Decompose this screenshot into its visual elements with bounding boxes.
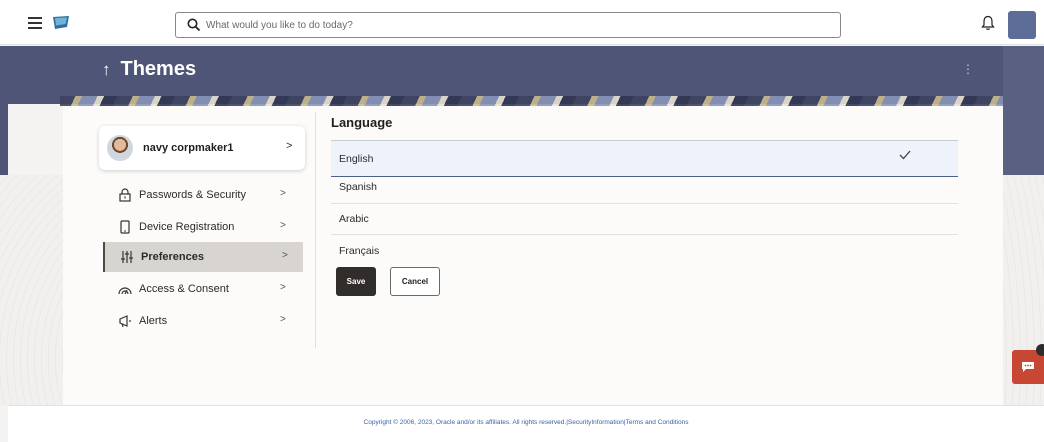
sidebar-item-passwords-security[interactable]: Passwords & Security > <box>103 180 303 210</box>
footer: Copyright © 2006, 2023, Oracle and/or it… <box>8 405 1044 442</box>
avatar <box>107 135 133 161</box>
profile-name: navy corpmaker1 <box>143 142 234 154</box>
chat-button[interactable] <box>1012 344 1044 384</box>
chat-icon <box>1022 362 1034 372</box>
banner-right-edge <box>1003 46 1044 186</box>
chevron-right-icon: > <box>286 140 293 152</box>
sidebar-item-access-consent[interactable]: Access & Consent > <box>103 274 303 304</box>
sidebar-item-device-registration[interactable]: Device Registration > <box>103 212 303 242</box>
sidebar-item-alerts[interactable]: Alerts > <box>103 306 303 336</box>
sidebar-item-label: Access & Consent <box>139 283 229 295</box>
checkmark-icon <box>899 150 911 160</box>
language-option-label: English <box>339 153 374 165</box>
language-option-francais[interactable]: Français <box>331 235 958 259</box>
chevron-right-icon: > <box>282 250 288 261</box>
search-icon <box>187 18 201 32</box>
notification-dot <box>1036 344 1044 356</box>
kebab-menu-icon[interactable]: ⋮ <box>962 62 974 76</box>
banner-left-edge <box>0 46 8 186</box>
sidebar-item-preferences[interactable]: Preferences > <box>103 242 303 272</box>
sidebar-item-label: Passwords & Security <box>139 189 246 201</box>
language-option-english[interactable]: English <box>331 140 958 177</box>
search-input[interactable] <box>206 15 826 35</box>
device-icon <box>120 220 130 234</box>
language-option-label: Français <box>339 245 380 257</box>
hamburger-menu-icon[interactable] <box>28 17 42 29</box>
language-option-label: Arabic <box>339 213 369 225</box>
chevron-right-icon: > <box>280 188 286 199</box>
user-avatar-button[interactable] <box>1008 11 1036 39</box>
chevron-right-icon: > <box>280 282 286 293</box>
back-arrow-icon[interactable]: ↑ <box>102 60 111 80</box>
language-option-label: Spanish <box>339 181 377 193</box>
access-icon <box>118 287 132 295</box>
sidebar-item-label: Device Registration <box>139 221 235 233</box>
banner-pattern <box>60 96 1003 106</box>
chevron-right-icon: > <box>280 314 286 325</box>
cancel-button[interactable]: Cancel <box>390 267 440 296</box>
chevron-right-icon: > <box>280 220 286 231</box>
top-bar <box>0 0 1044 45</box>
sliders-icon <box>121 251 133 263</box>
sidebar-item-label: Preferences <box>141 251 204 263</box>
search-bar[interactable] <box>175 12 841 38</box>
footer-text[interactable]: Copyright © 2006, 2023, Oracle and/or it… <box>364 419 689 426</box>
bank-logo-icon[interactable] <box>52 15 70 31</box>
page-title: ↑ Themes <box>102 58 196 81</box>
column-divider <box>315 112 316 348</box>
notification-bell-icon[interactable] <box>981 15 995 31</box>
save-button[interactable]: Save <box>336 267 376 296</box>
language-option-spanish[interactable]: Spanish <box>331 177 958 204</box>
sidebar-item-label: Alerts <box>139 315 168 327</box>
profile-card[interactable]: navy corpmaker1 > <box>99 126 305 170</box>
lock-icon <box>119 188 131 202</box>
language-option-arabic[interactable]: Arabic <box>331 204 958 235</box>
page-title-text: Themes <box>120 58 197 80</box>
language-heading: Language <box>331 115 393 130</box>
megaphone-icon <box>119 315 131 328</box>
